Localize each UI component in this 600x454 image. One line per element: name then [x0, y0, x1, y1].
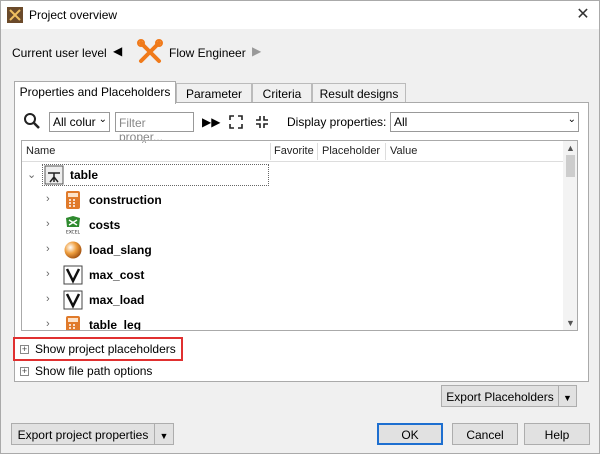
column-select[interactable]: All colur ⌄ — [49, 112, 110, 132]
scroll-down-icon[interactable]: ▼ — [563, 318, 577, 328]
column-header-name[interactable]: Name — [26, 145, 55, 157]
scroll-up-icon[interactable]: ▲ — [563, 143, 577, 153]
chevron-down-icon: ▼ — [159, 431, 169, 441]
close-icon[interactable]: ✕ — [573, 5, 593, 25]
filter-input[interactable]: Filter proper... — [115, 112, 194, 144]
column-divider — [385, 143, 386, 160]
property-tree[interactable]: ^ Name Favorite Placeholder Value ⌄ tabl… — [21, 140, 578, 331]
tab-properties-and-placeholders[interactable]: Properties and Placeholders — [14, 81, 176, 104]
export-project-properties-button[interactable]: Export project properties — [11, 423, 155, 445]
tree-row[interactable]: › table_leg — [22, 313, 563, 331]
help-button[interactable]: Help — [524, 423, 590, 445]
tree-row[interactable]: › EXCEL costs — [22, 213, 563, 238]
svg-text:EXCEL: EXCEL — [66, 230, 81, 236]
tree-label: load_slang — [89, 243, 152, 257]
display-properties-select[interactable]: All ⌄ — [390, 112, 579, 132]
tree-label: table_leg — [89, 318, 142, 331]
sphere-icon — [64, 241, 82, 259]
calculator-icon — [66, 316, 80, 330]
expand-all-icon[interactable] — [229, 115, 243, 129]
tab-criteria[interactable]: Criteria — [252, 83, 312, 103]
tree-row[interactable]: › max_load — [22, 288, 563, 313]
chevron-down-icon: ⌄ — [98, 114, 107, 125]
tree-label: table — [70, 168, 99, 182]
user-level-value: Flow Engineer — [169, 46, 246, 60]
chevron-down-icon: ▼ — [563, 393, 572, 403]
display-properties-label: Display properties: — [287, 115, 387, 129]
title-bar: Project overview ✕ — [1, 1, 599, 29]
tree-label: max_cost — [89, 268, 145, 282]
expand-chevron-icon[interactable]: › — [46, 193, 56, 205]
previous-level-button[interactable]: ◀ — [113, 44, 122, 58]
show-file-path-options-toggle[interactable]: Show file path options — [35, 364, 152, 378]
export-placeholders-button[interactable]: Export Placeholders — [441, 385, 559, 407]
variable-icon — [63, 290, 83, 310]
column-divider — [270, 143, 271, 160]
project-overview-window: Project overview ✕ Current user level ◀ … — [0, 0, 600, 454]
cancel-button[interactable]: Cancel — [452, 423, 518, 445]
excel-icon: EXCEL — [65, 216, 81, 236]
vertical-scrollbar[interactable]: ▲ ▼ — [563, 141, 577, 330]
scroll-thumb[interactable] — [566, 155, 575, 177]
column-header-favorite[interactable]: Favorite — [274, 145, 314, 157]
column-header-value[interactable]: Value — [390, 145, 417, 157]
column-divider — [317, 143, 318, 160]
collapse-chevron-icon[interactable]: ⌄ — [27, 168, 37, 181]
tree-header: ^ Name Favorite Placeholder Value — [22, 141, 563, 162]
show-project-placeholders-toggle[interactable]: Show project placeholders — [35, 342, 176, 356]
search-icon[interactable] — [23, 112, 41, 130]
fast-forward-icon[interactable]: ▶▶ — [202, 115, 220, 129]
display-properties-value: All — [394, 115, 408, 129]
expand-chevron-icon[interactable]: › — [46, 218, 56, 230]
ok-button[interactable]: OK — [377, 423, 443, 445]
column-header-placeholder[interactable]: Placeholder — [322, 145, 380, 157]
expand-chevron-icon[interactable]: › — [46, 293, 56, 305]
expand-plus-icon[interactable]: + — [20, 345, 29, 354]
sort-caret-icon: ^ — [142, 140, 147, 148]
expand-chevron-icon[interactable]: › — [46, 318, 56, 330]
user-level-label: Current user level — [12, 46, 107, 60]
tree-row[interactable]: › max_cost — [22, 263, 563, 288]
export-project-properties-menu-button[interactable]: ▼ — [154, 423, 174, 445]
next-level-button[interactable]: ▶ — [252, 44, 261, 58]
variable-icon — [63, 265, 83, 285]
expand-plus-icon[interactable]: + — [20, 367, 29, 376]
tree-label: construction — [89, 193, 162, 207]
app-icon — [7, 7, 23, 23]
export-placeholders-menu-button[interactable]: ▼ — [558, 385, 577, 407]
expand-chevron-icon[interactable]: › — [46, 268, 56, 280]
tree-row-table[interactable]: ⌄ table — [22, 163, 563, 188]
expand-chevron-icon[interactable]: › — [46, 243, 56, 255]
tab-result-designs[interactable]: Result designs — [312, 83, 406, 103]
column-select-value: All colur — [53, 115, 96, 129]
collapse-all-icon[interactable] — [255, 115, 269, 129]
tree-row[interactable]: › construction — [22, 188, 563, 213]
tree-label: max_load — [89, 293, 145, 307]
tree-label: costs — [89, 218, 121, 232]
calculator-icon — [66, 191, 80, 209]
table-icon — [44, 165, 64, 185]
wrench-icon — [137, 39, 163, 63]
window-title: Project overview — [29, 8, 118, 22]
tab-parameter[interactable]: Parameter — [176, 83, 252, 103]
chevron-down-icon: ⌄ — [567, 114, 576, 125]
tree-row[interactable]: › load_slang — [22, 238, 563, 263]
